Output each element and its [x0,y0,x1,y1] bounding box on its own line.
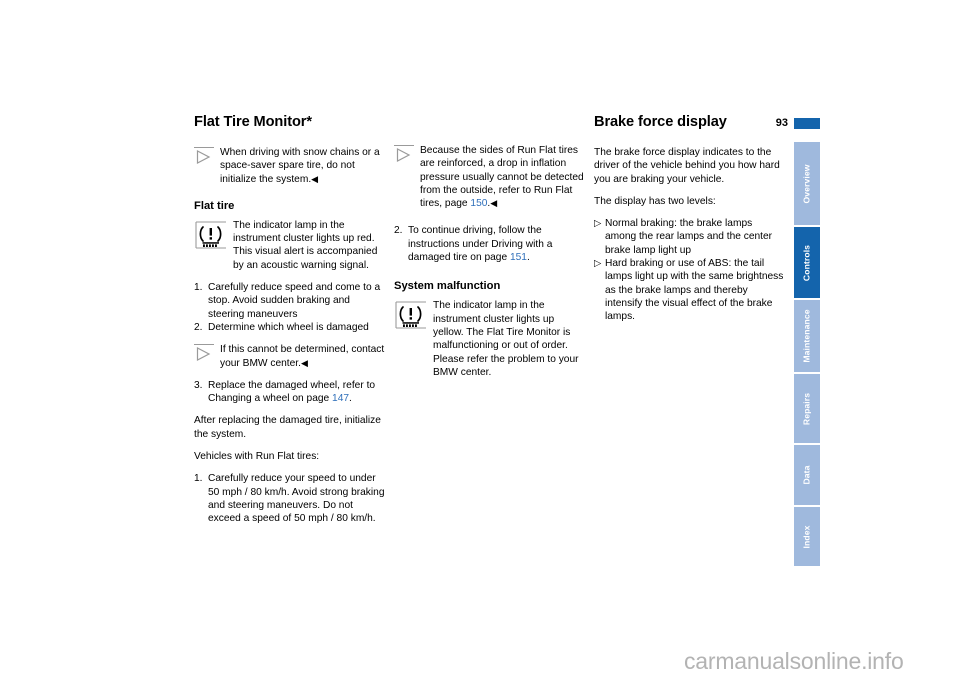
tire-pressure-warning-lamp-glyph [395,301,426,329]
steps-list-b: 3. Replace the damaged wheel, refer to C… [194,379,386,406]
tab-overview[interactable]: Overview [794,142,820,225]
tab-label: Index [801,525,812,548]
step-text: Carefully reduce speed and come to a sto… [208,282,381,320]
list-item: 2. Determine which wheel is damaged [194,321,386,334]
page-reference[interactable]: 151 [510,252,527,263]
page-marker-bar [794,118,820,129]
bullet-text: Hard braking or use of ABS: the tail lam… [605,258,784,323]
tire-pressure-warning-lamp-icon [194,221,228,255]
note-text: Because the sides of Run Flat tires are … [420,145,584,210]
steps-list-c: 1. Carefully reduce your speed to under … [194,472,386,525]
list-item: 1. Carefully reduce speed and come to a … [194,281,386,321]
subheading-flat-tire: Flat tire [194,199,235,212]
note-body: Because the sides of Run Flat tires are … [420,144,586,210]
tab-index[interactable]: Index [794,507,820,566]
tab-label: Maintenance [801,309,812,363]
lamp-note-text: The indicator lamp in the instrument clu… [233,219,378,271]
page-reference[interactable]: 150 [470,198,487,209]
triangle-note-icon [194,344,214,362]
tab-label: Repairs [801,392,812,425]
step-text: Carefully reduce your speed to under 50 … [208,473,385,525]
column-right: Brake force display The brake force disp… [594,114,784,333]
site-watermark: carmanualsonline.info [684,648,904,674]
bullet-list-brake-levels: ▷ Normal braking: the brake lamps among … [594,217,784,323]
step-number: 2. [394,225,403,237]
step-number: 3. [194,379,203,391]
step-text: To continue driving, follow the instruct… [408,225,553,264]
page-title: Flat Tire Monitor* [194,114,312,130]
list-item: ▷ Hard braking or use of ABS: the tail l… [594,257,784,323]
paragraph-runflat-intro: Vehicles with Run Flat tires: [194,451,320,463]
column-left: Flat Tire Monitor* When driving with sno… [194,114,386,535]
paragraph-after-replacing: After replacing the damaged tire, initia… [194,415,381,440]
note-text: When driving with snow chains or a space… [220,147,380,185]
step-number: 1. [194,282,203,294]
step-text-after: . [349,393,352,405]
triangle-note-icon-glyph [196,150,211,164]
tab-data[interactable]: Data [794,445,820,505]
list-item: 3. Replace the damaged wheel, refer to C… [194,379,386,406]
bullet-text: Normal braking: the brake lamps among th… [605,218,773,256]
note-end-mark: ◀ [300,357,308,368]
triangle-note-icon [394,145,414,163]
tab-maintenance[interactable]: Maintenance [794,300,820,372]
subheading-system-malfunction: System malfunction [394,280,501,293]
lamp-note-yellow: The indicator lamp in the instrument clu… [394,299,586,379]
step-text-after: . [526,252,530,264]
section-tab-rail: Overview Controls Maintenance Repairs Da… [794,142,820,566]
triangle-note-icon-glyph [196,347,211,362]
note-body: If this cannot be determined, contact yo… [220,343,386,370]
tire-pressure-warning-lamp-icon [394,301,428,335]
manual-page: Flat Tire Monitor* When driving with sno… [0,0,960,678]
tab-repairs[interactable]: Repairs [794,374,820,443]
triangle-bullet-icon: ▷ [594,218,602,230]
tab-label: Overview [801,163,812,204]
tire-pressure-warning-lamp-glyph [195,221,226,249]
triangle-bullet-icon: ▷ [594,258,602,270]
list-item: 2. To continue driving, follow the instr… [394,224,586,264]
section-title-brake-force: Brake force display [594,114,727,130]
step-number: 2. [194,321,203,333]
column-middle: Because the sides of Run Flat tires are … [394,114,586,388]
triangle-note-icon-glyph [396,148,411,162]
list-item: 1. Carefully reduce your speed to under … [194,472,386,525]
tab-label: Data [801,465,812,485]
note-snow-chains: When driving with snow chains or a space… [194,146,386,186]
triangle-note-icon [194,147,214,165]
note-contact-bmw: If this cannot be determined, contact yo… [194,343,386,370]
steps-list-a: 1. Carefully reduce speed and come to a … [194,281,386,334]
page-number: 93 [775,117,788,129]
note-body: When driving with snow chains or a space… [220,146,386,186]
tab-controls[interactable]: Controls [794,227,820,298]
list-item: ▷ Normal braking: the brake lamps among … [594,217,784,257]
step-text: Determine which wheel is damaged [208,321,369,333]
note-end-mark: ◀ [311,173,318,184]
paragraph-brake-force-intro: The brake force display indicates to the… [594,147,780,185]
step-number: 1. [194,473,203,485]
note-end-mark: ◀ [490,198,497,209]
lamp-note-text: The indicator lamp in the instrument clu… [433,300,579,378]
tab-label: Controls [801,244,812,281]
lamp-note-red: The indicator lamp in the instrument clu… [194,219,386,272]
page-reference[interactable]: 147 [332,393,349,404]
paragraph-two-levels: The display has two levels: [594,195,716,207]
steps-list-middle: 2. To continue driving, follow the instr… [394,224,586,264]
note-run-flat-sides: Because the sides of Run Flat tires are … [394,144,586,210]
